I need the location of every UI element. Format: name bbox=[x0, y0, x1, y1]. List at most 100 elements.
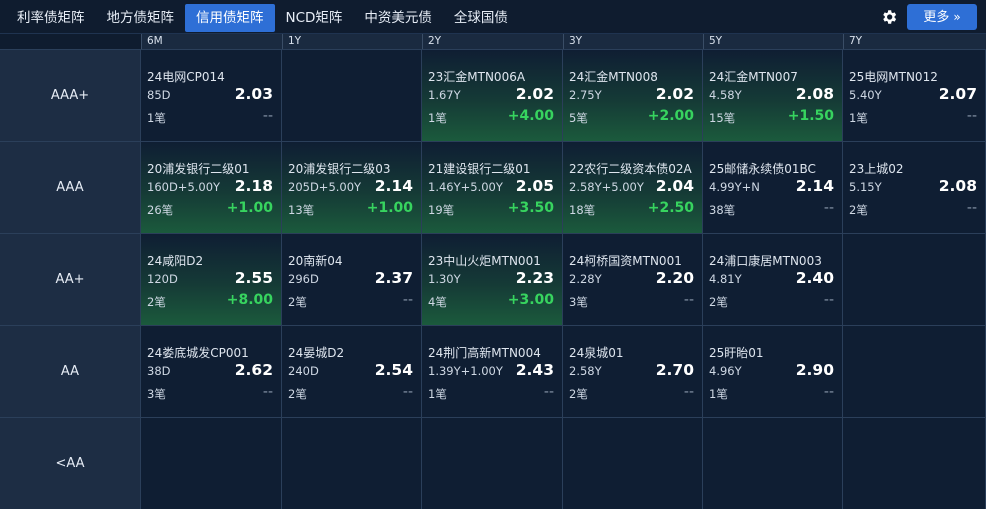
rating-row-header[interactable]: AA+ bbox=[0, 233, 141, 325]
bond-term: 1.46Y+5.00Y bbox=[428, 180, 503, 194]
trade-count: 4笔 bbox=[428, 295, 447, 309]
trade-count: 1笔 bbox=[428, 111, 447, 125]
more-button[interactable]: 更多» bbox=[907, 4, 977, 30]
bond-yield: 2.20 bbox=[655, 269, 694, 287]
trade-count: 1笔 bbox=[147, 111, 166, 125]
bond-cell[interactable]: 25邮储永续债01BC 4.99Y+N 2.14 38笔 -- bbox=[703, 141, 843, 233]
empty-cell bbox=[422, 417, 563, 509]
bond-yield: 2.43 bbox=[515, 361, 554, 379]
bond-name: 23中山火炬MTN001 bbox=[428, 254, 541, 268]
bond-term: 4.58Y bbox=[709, 88, 742, 102]
bond-yield: 2.07 bbox=[938, 85, 977, 103]
bond-cell[interactable]: 24柯桥国资MTN001 2.28Y 2.20 3笔 -- bbox=[563, 233, 703, 325]
bond-yield: 2.23 bbox=[515, 269, 554, 287]
bond-yield: 2.02 bbox=[655, 85, 694, 103]
bond-cell[interactable]: 20浦发银行二级01 160D+5.00Y 2.18 26笔 +1.00 bbox=[141, 141, 282, 233]
bond-yield: 2.70 bbox=[655, 361, 694, 379]
tab-rate-bond-matrix[interactable]: 利率债矩阵 bbox=[6, 4, 96, 32]
double-chevron-right-icon: » bbox=[953, 10, 961, 24]
bond-term: 1.30Y bbox=[428, 272, 461, 286]
column-header[interactable]: 1Y bbox=[282, 34, 422, 49]
tab-global-treasury[interactable]: 全球国债 bbox=[443, 4, 519, 32]
trade-count: 2笔 bbox=[288, 387, 307, 401]
bond-cell[interactable]: 21建设银行二级01 1.46Y+5.00Y 2.05 19笔 +3.50 bbox=[422, 141, 563, 233]
bond-yield: 2.02 bbox=[515, 85, 554, 103]
more-button-label: 更多 bbox=[923, 10, 950, 25]
empty-cell bbox=[141, 417, 282, 509]
bond-cell[interactable]: 24汇金MTN007 4.58Y 2.08 15笔 +1.50 bbox=[703, 49, 843, 141]
bond-name: 20南新04 bbox=[288, 254, 343, 268]
tab-local-bond-matrix[interactable]: 地方债矩阵 bbox=[96, 4, 186, 32]
trade-count: 5笔 bbox=[569, 111, 588, 125]
yield-change: +8.00 bbox=[226, 292, 273, 308]
bond-cell[interactable]: 24娄底城发CP001 38D 2.62 3笔 -- bbox=[141, 325, 282, 417]
column-header[interactable]: 3Y bbox=[563, 34, 703, 49]
bond-yield: 2.40 bbox=[795, 269, 834, 287]
trade-count: 1笔 bbox=[709, 387, 728, 401]
bond-name: 24荆门高新MTN004 bbox=[428, 346, 541, 360]
rating-row-header[interactable]: <AA bbox=[0, 417, 141, 509]
bond-name: 23上城02 bbox=[849, 162, 904, 176]
bond-cell[interactable]: 23中山火炬MTN001 1.30Y 2.23 4笔 +3.00 bbox=[422, 233, 563, 325]
tab-chinese-usd-bond[interactable]: 中资美元债 bbox=[353, 4, 443, 32]
bond-yield: 2.14 bbox=[374, 177, 413, 195]
bond-term: 2.75Y bbox=[569, 88, 602, 102]
yield-change: +2.00 bbox=[647, 108, 694, 124]
matrix-corner bbox=[0, 34, 141, 49]
bond-cell[interactable]: 24浦口康居MTN003 4.81Y 2.40 2笔 -- bbox=[703, 233, 843, 325]
bond-term: 160D+5.00Y bbox=[147, 180, 221, 194]
bond-cell[interactable]: 24电网CP014 85D 2.03 1笔 -- bbox=[141, 49, 282, 141]
top-toolbar: 利率债矩阵 地方债矩阵 信用债矩阵 NCD矩阵 中资美元债 全球国债 更多» bbox=[0, 0, 986, 34]
yield-change: -- bbox=[966, 200, 977, 216]
bond-cell[interactable]: 24泉城01 2.58Y 2.70 2笔 -- bbox=[563, 325, 703, 417]
bond-yield: 2.04 bbox=[655, 177, 694, 195]
trade-count: 2笔 bbox=[849, 203, 868, 217]
bond-yield: 2.54 bbox=[374, 361, 413, 379]
bond-cell[interactable]: 22农行二级资本债02A 2.58Y+5.00Y 2.04 18笔 +2.50 bbox=[563, 141, 703, 233]
bond-term: 2.58Y+5.00Y bbox=[569, 180, 644, 194]
rating-row-header[interactable]: AA bbox=[0, 325, 141, 417]
yield-change: +3.50 bbox=[507, 200, 554, 216]
trade-count: 2笔 bbox=[288, 295, 307, 309]
bond-term: 2.28Y bbox=[569, 272, 602, 286]
bond-cell[interactable]: 24咸阳D2 120D 2.55 2笔 +8.00 bbox=[141, 233, 282, 325]
bond-cell[interactable]: 25盱眙01 4.96Y 2.90 1笔 -- bbox=[703, 325, 843, 417]
bond-name: 20浦发银行二级01 bbox=[147, 162, 250, 176]
bond-cell[interactable]: 20南新04 296D 2.37 2笔 -- bbox=[282, 233, 422, 325]
rating-row-header[interactable]: AAA bbox=[0, 141, 141, 233]
yield-change: -- bbox=[683, 292, 694, 308]
empty-cell bbox=[843, 325, 986, 417]
yield-change: +2.50 bbox=[647, 200, 694, 216]
bond-term: 205D+5.00Y bbox=[288, 180, 362, 194]
tab-credit-bond-matrix[interactable]: 信用债矩阵 bbox=[185, 4, 275, 32]
yield-change: -- bbox=[402, 292, 413, 308]
empty-cell bbox=[282, 49, 422, 141]
yield-change: -- bbox=[683, 384, 694, 400]
bond-cell[interactable]: 23汇金MTN006A 1.67Y 2.02 1笔 +4.00 bbox=[422, 49, 563, 141]
bond-cell[interactable]: 24汇金MTN008 2.75Y 2.02 5笔 +2.00 bbox=[563, 49, 703, 141]
empty-cell bbox=[563, 417, 703, 509]
bond-name: 24咸阳D2 bbox=[147, 254, 204, 268]
bond-yield: 2.37 bbox=[374, 269, 413, 287]
trade-count: 15笔 bbox=[709, 111, 736, 125]
bond-term: 120D bbox=[147, 272, 178, 286]
bond-term: 2.58Y bbox=[569, 364, 602, 378]
bond-cell[interactable]: 24荆门高新MTN004 1.39Y+1.00Y 2.43 1笔 -- bbox=[422, 325, 563, 417]
column-header[interactable]: 5Y bbox=[703, 34, 843, 49]
column-header[interactable]: 6M bbox=[141, 34, 282, 49]
bond-name: 25盱眙01 bbox=[709, 346, 764, 360]
bond-cell[interactable]: 20浦发银行二级03 205D+5.00Y 2.14 13笔 +1.00 bbox=[282, 141, 422, 233]
bond-cell[interactable]: 24晏城D2 240D 2.54 2笔 -- bbox=[282, 325, 422, 417]
yield-change: -- bbox=[823, 200, 834, 216]
column-header[interactable]: 7Y bbox=[843, 34, 986, 49]
trade-count: 1笔 bbox=[849, 111, 868, 125]
bond-term: 1.39Y+1.00Y bbox=[428, 364, 503, 378]
rating-row-header[interactable]: AAA+ bbox=[0, 49, 141, 141]
column-header[interactable]: 2Y bbox=[422, 34, 563, 49]
bond-cell[interactable]: 25电网MTN012 5.40Y 2.07 1笔 -- bbox=[843, 49, 986, 141]
bond-cell[interactable]: 23上城02 5.15Y 2.08 2笔 -- bbox=[843, 141, 986, 233]
tab-ncd-matrix[interactable]: NCD矩阵 bbox=[275, 4, 354, 32]
trade-count: 2笔 bbox=[147, 295, 166, 309]
bond-yield: 2.62 bbox=[234, 361, 273, 379]
gear-icon[interactable] bbox=[880, 8, 898, 26]
